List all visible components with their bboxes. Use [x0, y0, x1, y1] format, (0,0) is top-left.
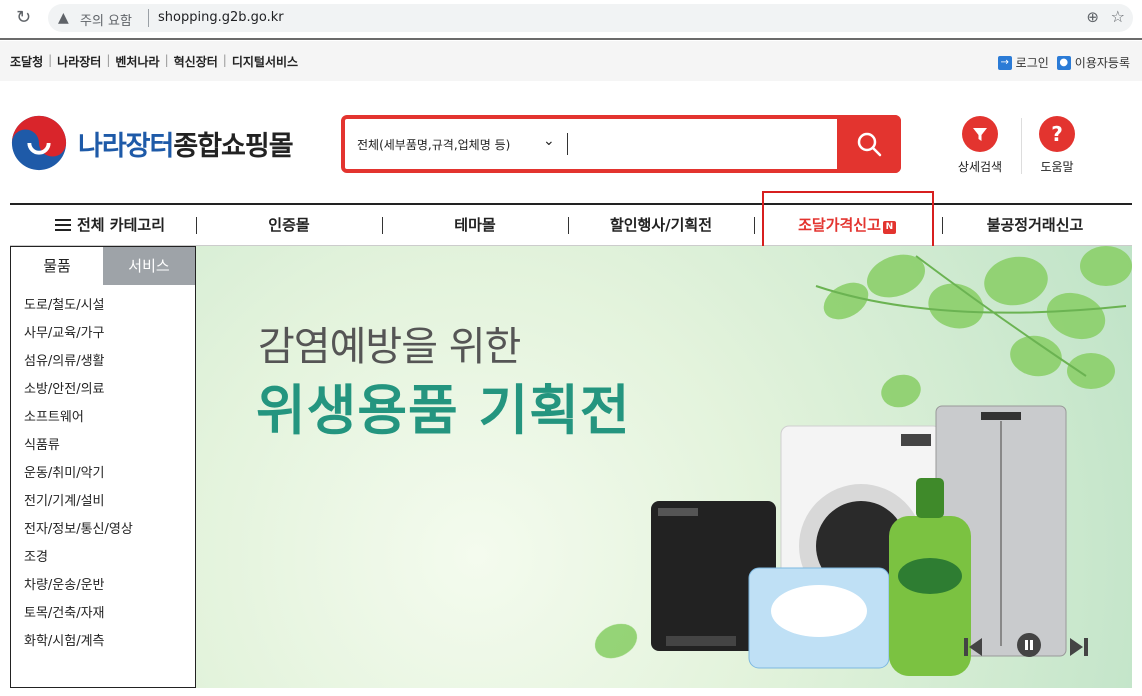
taegeuk-logo-icon	[11, 115, 67, 171]
page-top-border	[0, 38, 1142, 40]
leaves-decoration	[594, 246, 1132, 676]
family-site-links: 조달청 | 나라장터 | 벤처나라 | 혁신장터 | 디지털서비스	[10, 53, 298, 70]
chevron-down-icon[interactable]: ⌄	[543, 133, 555, 149]
category-item[interactable]: 식품류	[11, 432, 195, 460]
search-category-select[interactable]: 전체(세부품명,규격,업체명 등)	[357, 136, 510, 153]
category-item[interactable]: 섬유/의류/생활	[11, 348, 195, 376]
nav-theme-mall[interactable]: 테마몰	[382, 205, 568, 246]
tab-goods[interactable]: 물품	[11, 247, 103, 285]
site-title-brand: 나라장터	[78, 130, 174, 162]
top-utility-bar: 조달청 | 나라장터 | 벤처나라 | 혁신장터 | 디지털서비스 → 로그인 …	[0, 41, 1142, 81]
reload-icon[interactable]: ↻	[16, 8, 36, 28]
link-innovation[interactable]: 혁신장터	[174, 53, 218, 70]
bookmark-star-icon[interactable]: ☆	[1111, 7, 1125, 26]
filter-icon	[962, 116, 998, 152]
all-category-label: 전체 카테고리	[76, 216, 166, 234]
site-logo[interactable]: 나라장터종합쇼핑몰	[10, 114, 294, 172]
skip-previous-icon	[964, 638, 982, 656]
category-item[interactable]: 토목/건축/자재	[11, 600, 195, 628]
nav-unfair-trade-report[interactable]: 불공정거래신고	[942, 205, 1128, 246]
account-links: → 로그인 ● 이용자등록	[997, 54, 1130, 71]
category-item[interactable]: 사무/교육/가구	[11, 320, 195, 348]
address-bar[interactable]: ▲ 주의 요함 shopping.g2b.go.kr ⊕ ☆	[48, 4, 1133, 32]
category-item[interactable]: 차량/운송/운반	[11, 572, 195, 600]
category-item[interactable]: 소프트웨어	[11, 404, 195, 432]
url-text[interactable]: shopping.g2b.go.kr	[158, 10, 284, 25]
tab-services[interactable]: 서비스	[103, 247, 195, 285]
link-pps[interactable]: 조달청	[10, 53, 43, 70]
security-warning[interactable]: 주의 요함	[80, 10, 132, 29]
text-cursor	[567, 133, 568, 155]
main-navigation: 전체 카테고리 인증몰 테마몰 할인행사/기획전 조달가격신고 N 불공정거래신고	[10, 203, 1132, 246]
zoom-icon[interactable]: ⊕	[1086, 8, 1099, 26]
category-item[interactable]: 조경	[11, 544, 195, 572]
header-divider	[1021, 118, 1022, 174]
register-link[interactable]: 이용자등록	[1075, 54, 1130, 71]
link-divider: |	[48, 53, 53, 67]
banner-subtitle: 감염예방을 위한	[258, 324, 521, 370]
search-icon	[857, 132, 882, 157]
category-item[interactable]: 전기/기계/설비	[11, 488, 195, 516]
all-category-menu[interactable]: 전체 카테고리	[40, 205, 180, 246]
link-divider: |	[164, 53, 169, 67]
address-divider	[148, 9, 149, 27]
nav-certified-mall[interactable]: 인증몰	[196, 205, 382, 246]
link-naratender[interactable]: 나라장터	[57, 53, 101, 70]
browser-toolbar: ↻ ▲ 주의 요함 shopping.g2b.go.kr ⊕ ☆	[0, 0, 1142, 36]
link-divider: |	[106, 53, 111, 67]
category-item[interactable]: 전자/정보/통신/영상	[11, 516, 195, 544]
previous-slide-button[interactable]	[962, 636, 984, 658]
category-tabs: 물품 서비스	[11, 247, 195, 285]
login-link[interactable]: 로그인	[1016, 54, 1049, 71]
category-list: 도로/철도/시설 사무/교육/가구 섬유/의류/생활 소방/안전/의료 소프트웨…	[11, 292, 195, 656]
site-title-mall: 종합쇼핑몰	[173, 130, 293, 162]
skip-next-icon	[1070, 638, 1088, 656]
promo-banner[interactable]: 감염예방을 위한 위생용품 기획전	[196, 246, 1132, 688]
next-slide-button[interactable]	[1068, 636, 1090, 658]
nav-discount-events[interactable]: 할인행사/기획전	[568, 205, 754, 246]
help-label: 도움말	[1040, 160, 1074, 174]
pause-slide-button[interactable]	[1016, 632, 1042, 658]
search-bar: 전체(세부품명,규격,업체명 등) ⌄	[341, 115, 901, 173]
user-icon[interactable]: ●	[1056, 55, 1071, 70]
category-item[interactable]: 화학/시험/계측	[11, 628, 195, 656]
category-item[interactable]: 도로/철도/시설	[11, 292, 195, 320]
category-item[interactable]: 소방/안전/의료	[11, 376, 195, 404]
search-input[interactable]	[575, 127, 829, 163]
question-icon: ?	[1039, 116, 1075, 152]
warning-icon[interactable]: ▲	[58, 10, 69, 26]
login-icon[interactable]: →	[997, 55, 1012, 70]
category-item[interactable]: 운동/취미/악기	[11, 460, 195, 488]
hamburger-icon	[54, 219, 71, 231]
category-panel: 물품 서비스 도로/철도/시설 사무/교육/가구 섬유/의류/생활 소방/안전/…	[10, 246, 196, 688]
link-digital-service[interactable]: 디지털서비스	[232, 53, 298, 70]
help-button[interactable]: ? 도움말	[1027, 116, 1087, 175]
detail-search-label: 상세검색	[957, 160, 1003, 174]
pause-icon	[1017, 633, 1041, 657]
banner-title: 위생용품 기획전	[256, 379, 631, 442]
link-venture[interactable]: 벤처나라	[115, 53, 159, 70]
link-divider: |	[222, 53, 227, 67]
site-title: 나라장터종합쇼핑몰	[78, 124, 294, 163]
detail-search-button[interactable]: 상세검색	[950, 116, 1010, 175]
search-button[interactable]	[837, 115, 901, 173]
